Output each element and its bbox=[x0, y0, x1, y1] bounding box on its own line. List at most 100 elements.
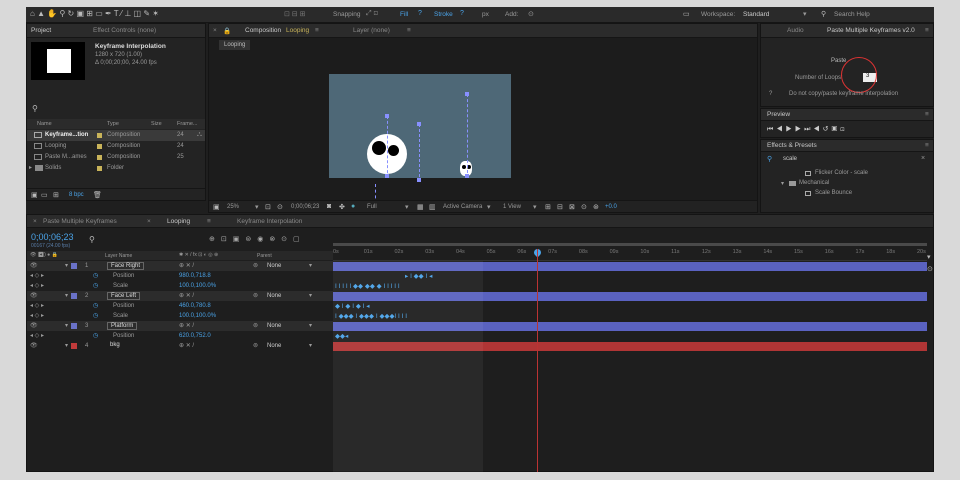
new-folder-icon[interactable]: ▭ bbox=[41, 191, 48, 199]
playhead-line[interactable] bbox=[537, 249, 538, 472]
property-row[interactable]: ◂ ◇ ▸ ◷ Position 980.0,718.8 bbox=[27, 271, 333, 281]
camera-select[interactable]: Active Camera bbox=[443, 204, 482, 210]
view-select[interactable]: 1 View bbox=[503, 204, 521, 210]
comp-sub-tab[interactable]: Looping bbox=[219, 40, 251, 50]
layer-switches[interactable]: ⊕ ✕ / bbox=[179, 292, 194, 299]
keyframe-nav-icon[interactable]: ◂ ◇ ▸ bbox=[30, 282, 44, 289]
zoom-select[interactable]: 25% bbox=[227, 204, 239, 210]
lock-icon[interactable]: 🔒 bbox=[223, 27, 231, 35]
stroke-help-icon[interactable]: ? bbox=[460, 10, 464, 17]
playback-controls[interactable]: ⏮◀▶▶⏭◀↺▣⊡ bbox=[767, 125, 848, 134]
parent-select[interactable]: None bbox=[267, 323, 281, 329]
tab-effects-presets[interactable]: Effects & Presets bbox=[767, 142, 817, 149]
fx-item[interactable]: Scale Bounce bbox=[815, 190, 852, 196]
col-type[interactable]: Type bbox=[107, 121, 119, 127]
new-comp-icon[interactable]: ⊞ bbox=[53, 191, 59, 199]
time-ruler[interactable]: 0s 01s 02s 03s 04s 05s 06s 07s 08s 09s 10s 11s 12s 13… bbox=[333, 243, 927, 261]
layer-menu-icon[interactable]: ≡ bbox=[407, 27, 411, 34]
path-handle[interactable] bbox=[465, 92, 469, 96]
tab-paste-multiple-keyframes[interactable]: Paste Multiple Keyframes v2.0 bbox=[827, 27, 915, 34]
resolution-icon[interactable]: ⊡ bbox=[265, 203, 271, 211]
snapping-label[interactable]: Snapping bbox=[333, 11, 360, 18]
panel-menu-icon[interactable]: ≡ bbox=[925, 27, 929, 34]
layer-row[interactable]: 👁 ▾ 1 Face Right ⊕ ✕ / ⊚ None ▾ bbox=[27, 261, 333, 271]
layer-row[interactable]: 👁 ▾ 4 bkg ⊕ ✕ / ⊚ None ▾ bbox=[27, 341, 333, 351]
parent-pickwhip-icon[interactable]: ⊚ bbox=[253, 262, 258, 269]
tab-close-icon[interactable]: × bbox=[147, 218, 151, 225]
delete-icon[interactable]: 🗑 bbox=[93, 191, 102, 199]
expand-arrow-icon[interactable]: ▾ bbox=[65, 342, 68, 349]
stopwatch-icon[interactable]: ◷ bbox=[93, 302, 98, 309]
keyframe-nav-icon[interactable]: ◂ ◇ ▸ bbox=[30, 332, 44, 339]
tab-composition[interactable]: Composition bbox=[245, 27, 281, 34]
layer-name[interactable]: Platform bbox=[107, 322, 138, 330]
tab-layer[interactable]: Layer (none) bbox=[353, 27, 390, 34]
project-list-item[interactable]: ▸ Solids Folder bbox=[27, 163, 205, 174]
fx-folder[interactable]: Mechanical bbox=[799, 180, 829, 186]
parent-select[interactable]: None bbox=[267, 293, 281, 299]
quality-chevron-icon[interactable]: ▾ bbox=[405, 203, 409, 211]
timeline-zoom-icon[interactable]: ▾ bbox=[927, 253, 931, 261]
interpret-icon[interactable]: ▣ bbox=[31, 191, 38, 199]
eye-icon[interactable]: 👁 bbox=[30, 322, 38, 329]
path-handle[interactable] bbox=[385, 114, 389, 118]
parent-pickwhip-icon[interactable]: ⊚ bbox=[253, 342, 258, 349]
property-row[interactable]: ◂ ◇ ▸ ◷ Position 460.0,780.8 bbox=[27, 301, 333, 311]
fx-search-input[interactable]: scale bbox=[783, 156, 797, 162]
timeline-options-icon[interactable]: ⊙ bbox=[927, 265, 933, 273]
color-channel-icon[interactable]: ● bbox=[351, 203, 355, 210]
workspace-select[interactable]: Standard bbox=[743, 11, 769, 18]
help-button[interactable]: ? bbox=[769, 91, 772, 97]
layer-name[interactable]: Face Left bbox=[107, 292, 141, 300]
parent-pickwhip-icon[interactable]: ⊚ bbox=[253, 322, 258, 329]
property-row[interactable]: ◂ ◇ ▸ ◷ Position 620.0,752.0 bbox=[27, 331, 333, 341]
keyframe-nav-icon[interactable]: ◂ ◇ ▸ bbox=[30, 302, 44, 309]
project-list-item[interactable]: Paste M...ames Composition 25 bbox=[27, 152, 205, 163]
fast-preview-icon[interactable]: ⊠ bbox=[569, 203, 575, 211]
path-handle[interactable] bbox=[385, 174, 389, 178]
zoom-chevron-icon[interactable]: ▾ bbox=[255, 203, 259, 211]
property-value[interactable]: 100.0,100.0% bbox=[179, 283, 216, 289]
help-icon[interactable]: ? bbox=[418, 10, 422, 17]
tab-effect-controls[interactable]: Effect Controls (none) bbox=[93, 27, 156, 34]
col-parent[interactable]: Parent bbox=[257, 253, 272, 259]
property-row[interactable]: ◂ ◇ ▸ ◷ Scale 100.0,100.0% bbox=[27, 281, 333, 291]
search-icon[interactable]: ⚲ bbox=[821, 10, 826, 18]
workspace-icon[interactable]: ▭ bbox=[683, 10, 690, 18]
fill-label[interactable]: Fill bbox=[400, 11, 408, 18]
stopwatch-icon[interactable]: ◷ bbox=[93, 282, 98, 289]
workspace-chevron-icon[interactable]: ▾ bbox=[803, 10, 807, 18]
comp-viewer[interactable] bbox=[329, 74, 511, 204]
path-handle[interactable] bbox=[417, 178, 421, 182]
fx-expand-icon[interactable]: ▾ bbox=[781, 180, 784, 187]
property-value[interactable]: 460.0,780.8 bbox=[179, 303, 211, 309]
layer-name[interactable]: bkg bbox=[107, 342, 123, 348]
property-row[interactable]: ◂ ◇ ▸ ◷ Scale 100.0,100.0% bbox=[27, 311, 333, 321]
tab-menu-icon[interactable]: ≡ bbox=[207, 218, 211, 225]
region-icon[interactable]: ▦ bbox=[417, 203, 424, 211]
snapshot-icon[interactable]: ⊙ bbox=[277, 203, 283, 211]
comp-timecode[interactable]: 0;00;06;23 bbox=[291, 204, 319, 210]
property-value[interactable]: 620.0,752.0 bbox=[179, 333, 211, 339]
col-size[interactable]: Size bbox=[151, 121, 162, 127]
camera-snapshot-icon[interactable]: ◙ bbox=[327, 203, 331, 210]
align-icons[interactable]: ⊡ ⊟ ⊞ bbox=[284, 10, 306, 18]
bpc-label[interactable]: 8 bpc bbox=[69, 192, 84, 198]
keyframe-nav-icon[interactable]: ◂ ◇ ▸ bbox=[30, 272, 44, 279]
pixel-icon[interactable]: ⊟ bbox=[557, 203, 563, 211]
tool-icons[interactable]: ⌂ ▲ ✋ ⚲ ↻ ▣ ⊞ ▭ ✒ T ⁄ ⊥ ◫ ✎ ✶ bbox=[30, 9, 159, 18]
transparency-icon[interactable]: ▥ bbox=[429, 203, 436, 211]
path-handle[interactable] bbox=[465, 174, 469, 178]
layer-switches[interactable]: ⊕ ✕ / bbox=[179, 342, 194, 349]
flowchart-icon[interactable]: ⊛ bbox=[593, 203, 599, 211]
parent-chevron-icon[interactable]: ▾ bbox=[309, 322, 312, 329]
tab-looping[interactable]: Looping bbox=[167, 218, 190, 225]
layer-row[interactable]: 👁 ▾ 3 Platform ⊕ ✕ / ⊚ None ▾ bbox=[27, 321, 333, 331]
keyframe-nav-icon[interactable]: ◂ ◇ ▸ bbox=[30, 312, 44, 319]
add-dropdown-icon[interactable]: ⊙ bbox=[528, 10, 534, 18]
fx-item[interactable]: Flicker Color - scale bbox=[815, 170, 868, 176]
layer-switches[interactable]: ⊕ ✕ / bbox=[179, 262, 194, 269]
add-label[interactable]: Add: bbox=[505, 11, 518, 18]
stopwatch-icon[interactable]: ◷ bbox=[93, 332, 98, 339]
close-icon[interactable]: × bbox=[213, 27, 217, 34]
